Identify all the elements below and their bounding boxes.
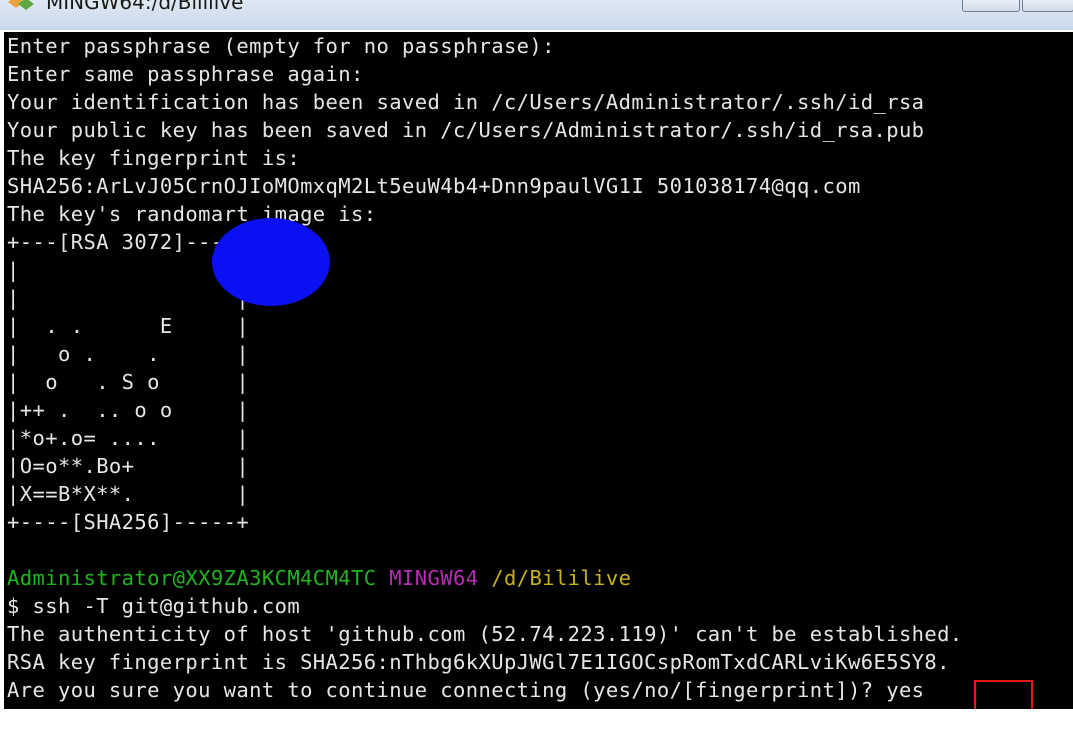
window-titlebar[interactable]: MINGW64:/d/Bililive: [0, 0, 1073, 30]
window-title: MINGW64:/d/Bililive: [46, 0, 244, 14]
terminal-line: RSA key fingerprint is SHA256:nThbg6kXUp…: [7, 650, 950, 674]
terminal-output[interactable]: Enter passphrase (empty for no passphras…: [4, 32, 1073, 709]
randomart-line: | o . . |: [7, 342, 250, 366]
cursor-dot-icon: [212, 218, 330, 306]
terminal-line: The key fingerprint is:: [7, 146, 301, 170]
prompt-user-host: Administrator@XX9ZA3KCM4CM4TC: [7, 566, 377, 590]
yes-answer-highlight: [974, 680, 1033, 709]
terminal-line: Your identification has been saved in /c…: [7, 90, 925, 114]
terminal-line: The key's randomart image is:: [7, 202, 377, 226]
randomart-line: |++ . .. o o |: [7, 398, 250, 422]
confirmation-line: Are you sure you want to continue connec…: [7, 678, 925, 702]
randomart-line: | o . S o |: [7, 370, 250, 394]
randomart-line: +----[SHA256]-----+: [7, 510, 250, 534]
terminal-line: Enter passphrase (empty for no passphras…: [7, 34, 555, 58]
window-bottom-edge: [0, 709, 1073, 730]
close-button[interactable]: [1022, 0, 1073, 12]
maximize-button[interactable]: [962, 0, 1020, 12]
randomart-line: |O=o**.Bo+ |: [7, 454, 250, 478]
randomart-line: | |: [7, 286, 250, 310]
randomart-line: |*o+.o= .... |: [7, 426, 250, 450]
terminal-line: Your public key has been saved in /c/Use…: [7, 118, 925, 142]
randomart-line: |X==B*X**. |: [7, 482, 250, 506]
prompt-path: /d/Bililive: [491, 566, 632, 590]
terminal-line: The authenticity of host 'github.com (52…: [7, 622, 963, 646]
shell-prompt: Administrator@XX9ZA3KCM4CM4TC MINGW64 /d…: [7, 566, 631, 590]
command-line: $ ssh -T git@github.com: [7, 594, 301, 618]
git-bash-icon: [8, 0, 34, 10]
randomart-line: | . . E |: [7, 314, 250, 338]
terminal-line: Enter same passphrase again:: [7, 62, 364, 86]
terminal-line: SHA256:ArLvJ05CrnOJIoMOmxqM2Lt5euW4b4+Dn…: [7, 174, 861, 198]
prompt-system: MINGW64: [389, 566, 479, 590]
